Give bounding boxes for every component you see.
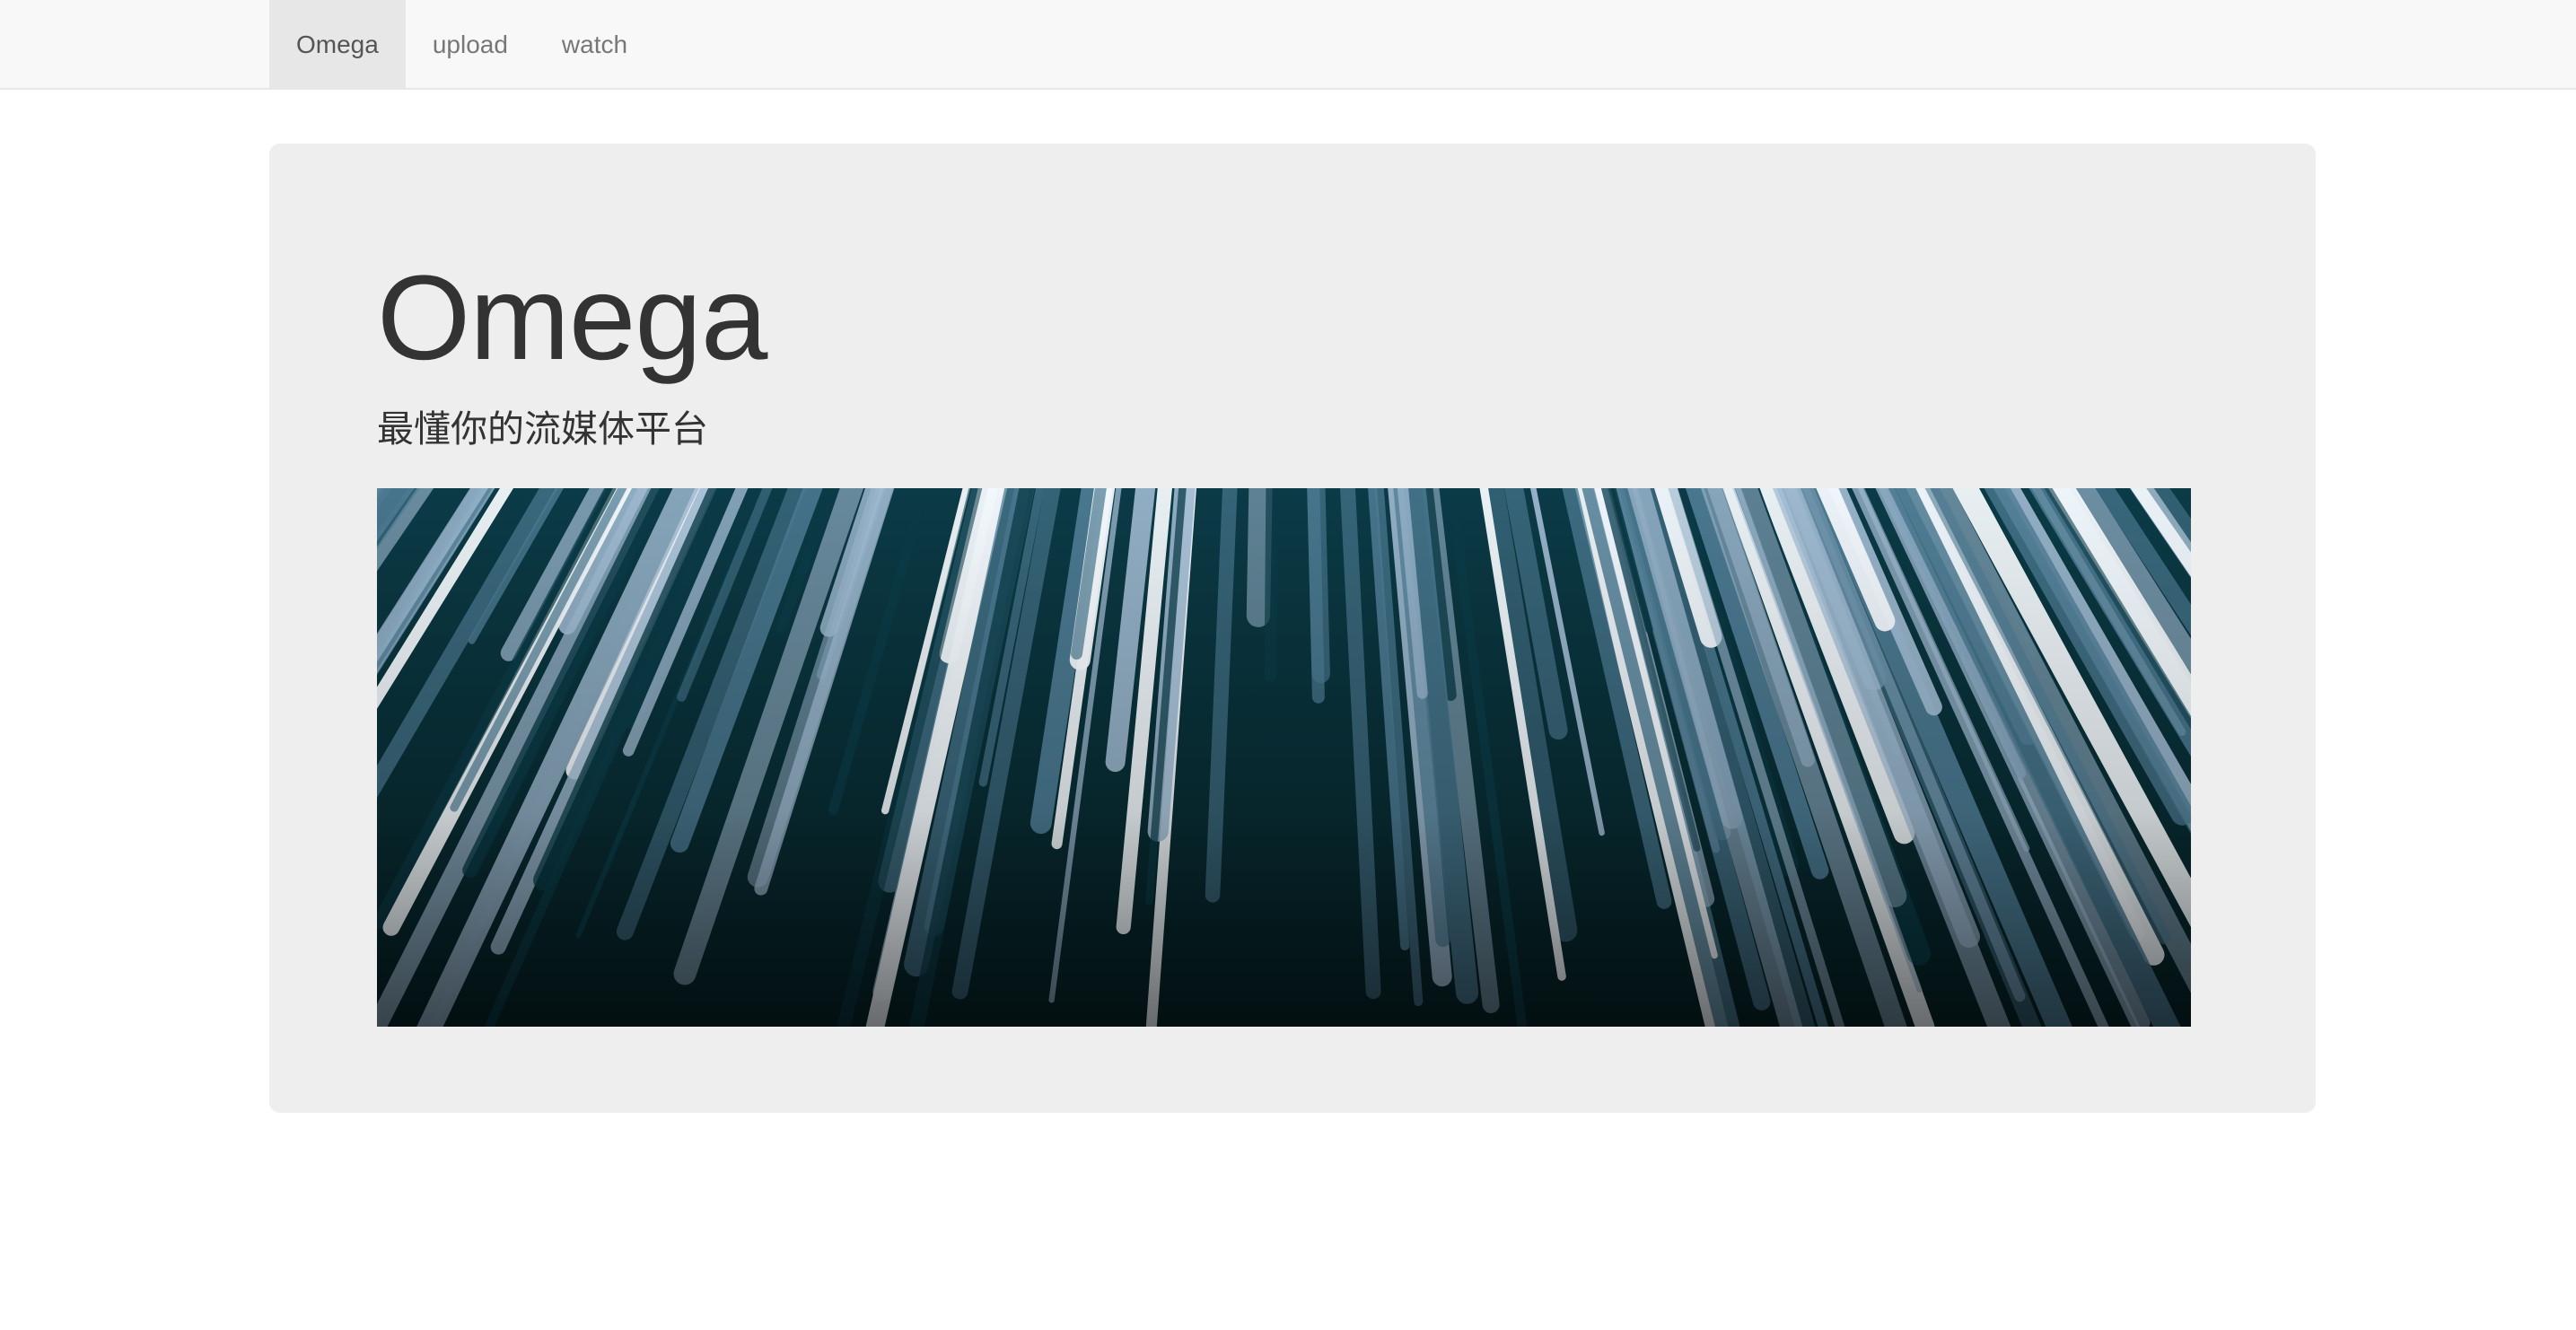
hero-jumbotron: Omega 最懂你的流媒体平台 — [269, 144, 2316, 1113]
nav-item-omega[interactable]: Omega — [269, 0, 406, 90]
top-navbar: Omega upload watch — [0, 0, 2576, 90]
hero-subtitle: 最懂你的流媒体平台 — [377, 408, 708, 450]
nav-item-upload[interactable]: upload — [406, 0, 535, 90]
hero-title: Omega — [377, 251, 767, 385]
hero-banner-image — [377, 488, 2191, 1027]
nav-list: Omega upload watch — [269, 0, 654, 90]
image-vignette — [377, 488, 2191, 1027]
nav-item-watch[interactable]: watch — [535, 0, 654, 90]
